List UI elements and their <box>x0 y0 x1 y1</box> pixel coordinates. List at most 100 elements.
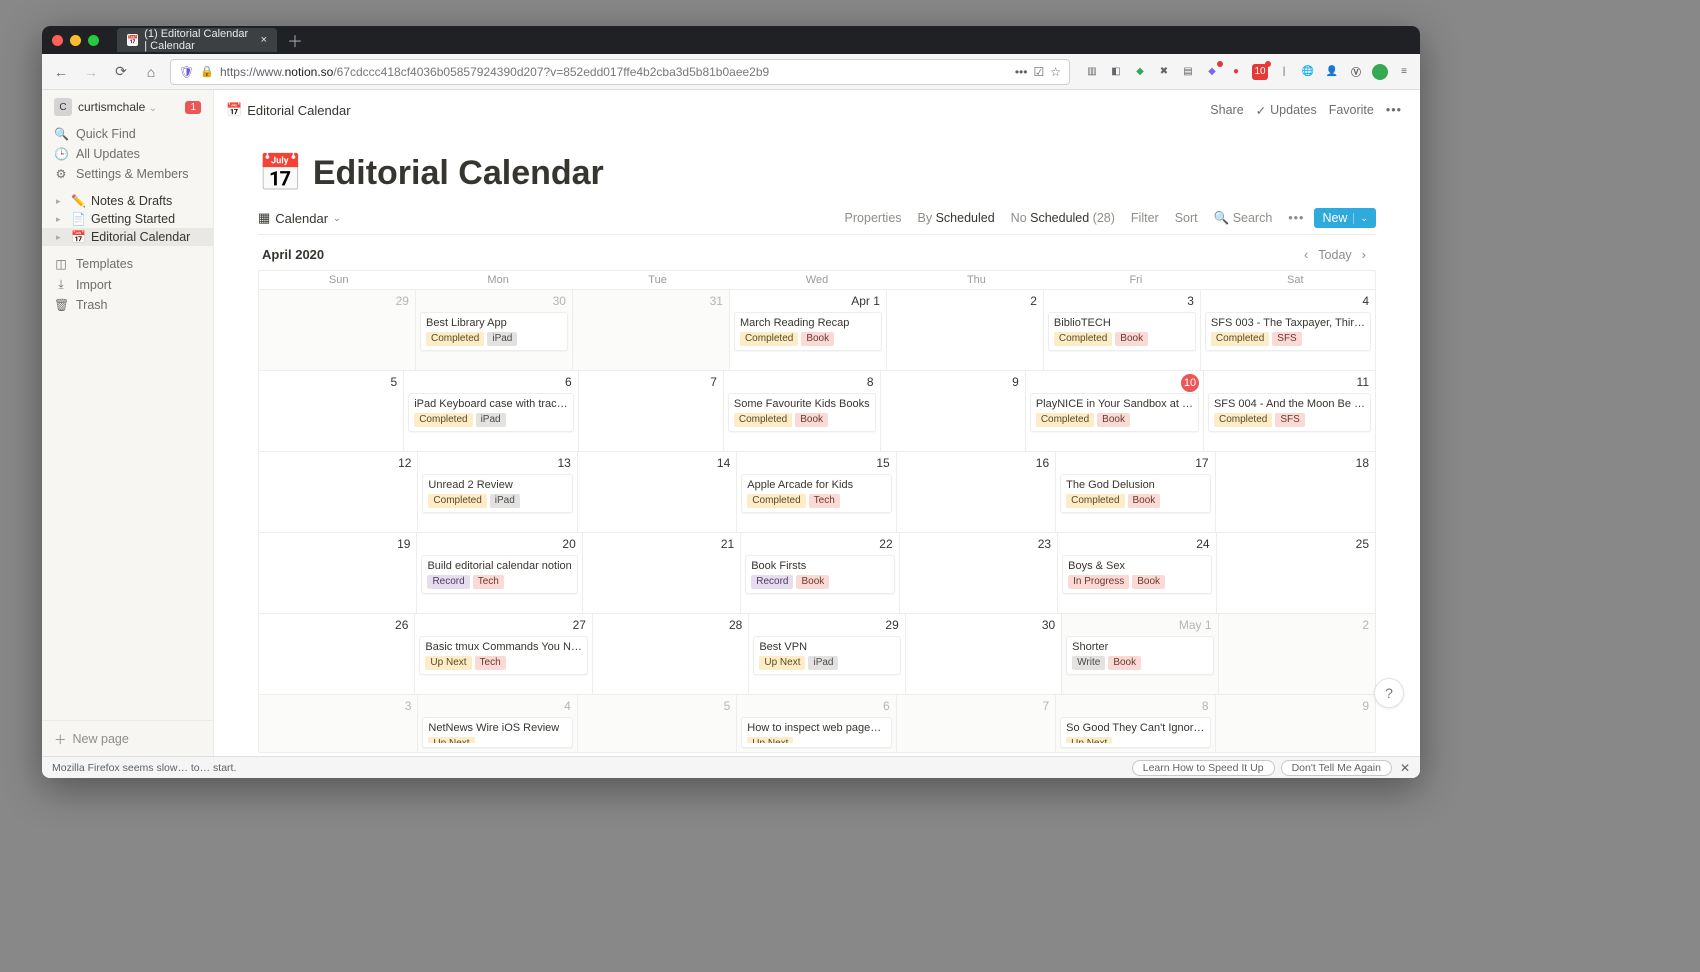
calendar-day[interactable]: 5 <box>578 695 737 752</box>
ext-circle-icon[interactable] <box>1372 64 1388 80</box>
calendar-event[interactable]: Some Favourite Kids BooksCompletedBook <box>728 393 876 432</box>
sort-button[interactable]: Sort <box>1169 209 1204 227</box>
calendar-event[interactable]: March Reading RecapCompletedBook <box>734 312 882 351</box>
calendar-day[interactable]: 7 <box>579 371 724 451</box>
ext-reader-icon[interactable]: ▤ <box>1180 64 1196 80</box>
calendar-day[interactable]: Apr 1March Reading RecapCompletedBook <box>730 290 887 370</box>
calendar-event[interactable]: NetNews Wire iOS ReviewUp Next <box>422 717 572 748</box>
ext-red-icon[interactable]: ● <box>1228 64 1244 80</box>
calendar-event[interactable]: Build editorial calendar notionRecordTec… <box>421 555 577 594</box>
footer-dismiss-button[interactable]: Don't Tell Me Again <box>1281 760 1392 776</box>
calendar-event[interactable]: The God DelusionCompletedBook <box>1060 474 1210 513</box>
calendar-day[interactable]: May 1ShorterWriteBook <box>1062 614 1218 694</box>
ext-globe-icon[interactable]: 🌐 <box>1300 64 1316 80</box>
calendar-event[interactable]: Boys & SexIn ProgressBook <box>1062 555 1211 594</box>
footer-close-icon[interactable]: ✕ <box>1400 761 1410 775</box>
url-bar[interactable]: 🛡 🔒 https://www.notion.so/67cdccc418cf40… <box>170 59 1070 85</box>
reload-button[interactable]: ⟳ <box>110 61 132 83</box>
calendar-event[interactable]: Best VPNUp NextiPad <box>753 636 900 675</box>
reader-icon[interactable]: ☑ <box>1033 65 1044 79</box>
calendar-event[interactable]: Book FirstsRecordBook <box>745 555 894 594</box>
calendar-day[interactable]: 30 <box>906 614 1062 694</box>
quick-find[interactable]: 🔍Quick Find <box>42 124 213 144</box>
calendar-event[interactable]: BiblioTECHCompletedBook <box>1048 312 1196 351</box>
calendar-day[interactable]: 23 <box>900 533 1058 613</box>
close-window-icon[interactable] <box>52 35 63 46</box>
calendar-day[interactable]: 13Unread 2 ReviewCompletediPad <box>418 452 577 532</box>
properties-button[interactable]: Properties <box>839 209 908 227</box>
next-month-button[interactable]: › <box>1356 245 1372 264</box>
home-button[interactable]: ⌂ <box>140 61 162 83</box>
settings-members[interactable]: ⚙Settings & Members <box>42 164 213 184</box>
view-more-button[interactable]: ••• <box>1282 209 1310 227</box>
calendar-day[interactable]: 21 <box>583 533 741 613</box>
filter-button[interactable]: Filter <box>1125 209 1165 227</box>
minimize-window-icon[interactable] <box>70 35 81 46</box>
calendar-event[interactable]: So Good They Can't Ignore YouUp Next <box>1060 717 1210 748</box>
ext-pocket-icon[interactable]: ◆ <box>1204 64 1220 80</box>
bookmark-star-icon[interactable]: ☆ <box>1050 65 1061 79</box>
calendar-day[interactable]: 2 <box>1219 614 1375 694</box>
calendar-day[interactable]: 9 <box>881 371 1026 451</box>
calendar-day[interactable]: 30Best Library AppCompletediPad <box>416 290 573 370</box>
footer-learn-button[interactable]: Learn How to Speed It Up <box>1132 760 1275 776</box>
no-scheduled-button[interactable]: No Scheduled (28) <box>1005 209 1121 227</box>
maximize-window-icon[interactable] <box>88 35 99 46</box>
hamburger-icon[interactable]: ≡ <box>1396 64 1412 80</box>
favorite-button[interactable]: Favorite <box>1323 99 1380 121</box>
trash[interactable]: 🗑Trash <box>42 295 213 315</box>
new-tab-button[interactable]: ＋ <box>287 28 303 52</box>
templates[interactable]: ◫Templates <box>42 254 213 274</box>
import[interactable]: ⤓Import <box>42 274 213 295</box>
calendar-day[interactable]: 10PlayNICE in Your Sandbox at …Completed… <box>1026 371 1204 451</box>
calendar-day[interactable]: 4SFS 003 - The Taxpayer, Thir…CompletedS… <box>1201 290 1375 370</box>
caret-icon[interactable]: ▸ <box>56 232 66 243</box>
calendar-event[interactable]: Basic tmux Commands You N…Up NextTech <box>419 636 588 675</box>
calendar-day[interactable]: 7 <box>897 695 1056 752</box>
calendar-day[interactable]: 24Boys & SexIn ProgressBook <box>1058 533 1216 613</box>
share-button[interactable]: Share <box>1204 99 1249 121</box>
browser-tab[interactable]: 📅 (1) Editorial Calendar | Calendar × <box>117 28 277 52</box>
all-updates[interactable]: 🕒All Updates <box>42 144 213 164</box>
page-heading[interactable]: Editorial Calendar <box>313 154 604 193</box>
caret-icon[interactable]: ▸ <box>56 196 66 207</box>
calendar-day[interactable]: 25 <box>1217 533 1375 613</box>
calendar-day[interactable]: 14 <box>578 452 737 532</box>
calendar-event[interactable]: Apple Arcade for KidsCompletedTech <box>741 474 891 513</box>
caret-icon[interactable]: ▸ <box>56 214 66 225</box>
calendar-day[interactable]: 6iPad Keyboard case with trac…Completedi… <box>404 371 578 451</box>
calendar-event[interactable]: iPad Keyboard case with trac…CompletediP… <box>408 393 573 432</box>
sidebar-icon[interactable]: ◧ <box>1108 64 1124 80</box>
ext-v-icon[interactable]: Ⓥ <box>1348 64 1364 80</box>
workspace-switcher[interactable]: C curtismchale ⌄ 1 <box>42 90 213 124</box>
calendar-day[interactable]: 11SFS 004 - And the Moon Be …CompletedSF… <box>1204 371 1375 451</box>
calendar-day[interactable]: 3 <box>259 695 418 752</box>
calendar-day[interactable]: 15Apple Arcade for KidsCompletedTech <box>737 452 896 532</box>
shield-icon[interactable]: 🛡 <box>179 65 194 79</box>
page-actions-icon[interactable]: ••• <box>1015 65 1028 79</box>
calendar-day[interactable]: 28 <box>593 614 749 694</box>
calendar-day[interactable]: 29 <box>259 290 416 370</box>
sidebar-page[interactable]: ▸✏️Notes & Drafts <box>42 192 213 210</box>
calendar-day[interactable]: 31 <box>573 290 730 370</box>
calendar-day[interactable]: 19 <box>259 533 417 613</box>
ext-pin-icon[interactable]: ✖ <box>1156 64 1172 80</box>
help-button[interactable]: ? <box>1374 678 1404 708</box>
prev-month-button[interactable]: ‹ <box>1298 245 1314 264</box>
calendar-day[interactable]: 26 <box>259 614 415 694</box>
group-by-button[interactable]: By Scheduled <box>912 209 1001 227</box>
sidebar-page[interactable]: ▸📄Getting Started <box>42 210 213 228</box>
calendar-day[interactable]: 5 <box>259 371 404 451</box>
calendar-event[interactable]: SFS 004 - And the Moon Be …CompletedSFS <box>1208 393 1371 432</box>
calendar-day[interactable]: 29Best VPNUp NextiPad <box>749 614 905 694</box>
calendar-event[interactable]: ShorterWriteBook <box>1066 636 1213 675</box>
more-menu-button[interactable]: ••• <box>1380 99 1408 121</box>
calendar-day[interactable]: 8So Good They Can't Ignore YouUp Next <box>1056 695 1215 752</box>
calendar-day[interactable]: 12 <box>259 452 418 532</box>
calendar-day[interactable]: 18 <box>1216 452 1375 532</box>
calendar-event[interactable]: SFS 003 - The Taxpayer, Thir…CompletedSF… <box>1205 312 1371 351</box>
updates-button[interactable]: ✓Updates <box>1250 99 1323 122</box>
view-switcher[interactable]: ▦ Calendar ⌄ <box>258 210 341 226</box>
search-button[interactable]: 🔍 Search <box>1208 209 1279 228</box>
calendar-day[interactable]: 20Build editorial calendar notionRecordT… <box>417 533 582 613</box>
